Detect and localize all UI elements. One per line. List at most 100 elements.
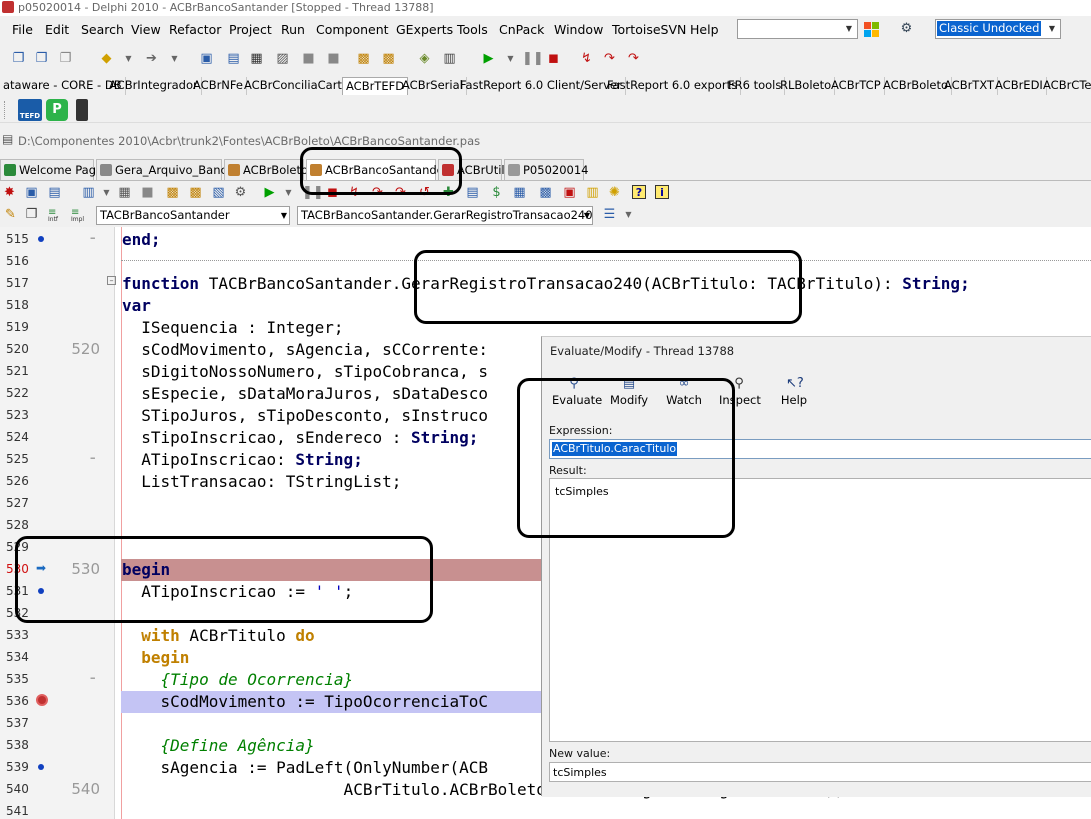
browse-icon[interactable]: ▦ [511,185,528,201]
component-palette-tabs: ataware - CORE - DB ACBrIntegrador ACBrN… [0,75,1091,97]
intf-button[interactable]: ≡ Intf [48,208,66,223]
menu-cnpack[interactable]: CnPack [499,22,544,38]
help-cursor-icon: ↖? [786,376,804,391]
close-file-icon[interactable]: ▨ [274,51,291,67]
menu-gexperts[interactable]: GExperts [396,22,453,38]
toolbar-combo[interactable]: ▼ [737,19,858,39]
palette-tab[interactable]: ACBrEDI [992,77,1047,95]
menu-component[interactable]: Component [316,22,389,38]
menu-tortoisesvn[interactable]: TortoiseSVN [612,22,686,38]
new-unit-icon[interactable]: ▣ [23,185,40,201]
desktop-layout-combo[interactable]: Classic Undocked ▼ [935,19,1061,39]
form-designer-icon[interactable]: ▥ [80,185,97,201]
menu-project[interactable]: Project [229,22,272,38]
dollar-icon[interactable]: $ [488,185,505,201]
close-icon[interactable]: ■ [139,185,156,201]
breakpoints-icon[interactable]: ▣ [561,185,578,201]
menu-search[interactable]: Search [81,22,124,38]
info-icon[interactable]: i [655,185,669,199]
palette-tab[interactable]: ACBrNFe [190,77,247,95]
palette-tab[interactable]: ACBrTCP [828,77,885,95]
new-file-icon[interactable]: ❐ [10,51,27,67]
code-text: end; [122,230,161,249]
palette-tab[interactable]: RLBoleto [777,77,836,95]
help-button[interactable]: ↖? Help [779,376,809,408]
structure-view-icon[interactable]: ☰ [601,207,618,223]
view-unit-icon[interactable]: ■ [300,51,317,67]
back-icon[interactable]: ◆ [98,51,115,67]
fold-collapse-icon[interactable]: – [107,276,116,285]
copy-icon[interactable]: ❐ [23,207,40,223]
save-all-icon[interactable]: ❐ [57,51,74,67]
help-contents-icon[interactable]: ◈ [416,51,433,67]
menu-tools[interactable]: Tools [457,22,488,38]
forward-icon[interactable]: ➔ [143,51,160,67]
open-project-icon[interactable]: ▤ [225,51,242,67]
save-icon[interactable]: ▦ [116,185,133,201]
palette-tab[interactable]: ACBrIntegrador [106,77,202,95]
chevron-down-icon[interactable]: ▼ [280,185,297,201]
help-icon[interactable]: ? [632,185,646,199]
menu-help[interactable]: Help [690,22,719,38]
pause-icon[interactable]: ❚❚ [522,51,544,67]
palette-tab[interactable]: ACBrCTe [1040,77,1091,95]
chevron-down-icon[interactable]: ▼ [620,207,637,223]
chevron-down-icon[interactable]: ▼ [502,51,519,67]
method-combo[interactable]: TACBrBancoSantander.GerarRegistroTransac… [297,206,593,225]
save-icon[interactable]: ▦ [248,51,265,67]
tefd-component-icon[interactable]: TEFD [18,99,42,121]
remove-from-project-icon[interactable]: ▩ [380,51,397,67]
chevron-down-icon[interactable]: ▼ [120,51,137,67]
remove-from-project-icon[interactable]: ▩ [187,185,204,201]
new-value-input[interactable]: tcSimples [549,762,1091,782]
pagseguro-component-icon[interactable]: P [46,99,68,121]
breakpoint-dot-icon[interactable] [38,236,44,242]
menu-edit[interactable]: Edit [45,22,69,38]
tab-acbrboleto[interactable]: ACBrBoleto [224,159,308,180]
step-over-icon[interactable]: ↷ [601,51,618,67]
add-to-project-icon[interactable]: ▩ [355,51,372,67]
code-template-icon[interactable]: ✎ [2,207,19,223]
code-text: sTipoInscricao, sEndereco : String; [122,428,478,448]
trace-into-icon[interactable]: ↯ [578,51,595,67]
breakpoint-check-icon[interactable] [36,694,48,706]
menu-refactor[interactable]: Refactor [169,22,221,38]
settings-icon[interactable]: ⚙ [232,185,249,201]
pos-terminal-component-icon[interactable] [76,99,88,121]
menu-run[interactable]: Run [281,22,305,38]
component-icon[interactable]: ▤ [46,185,63,201]
palette-tab[interactable]: FastReport 6.0 exports [604,77,742,95]
file-path-bar: ▤ D:\Componentes 2010\Acbr\trunk2\Fontes… [0,126,1091,156]
breakpoint-dot-icon[interactable] [38,764,44,770]
tab-welcome-page[interactable]: Welcome Page [0,159,103,180]
run-icon[interactable]: ▶ [480,51,497,67]
new-unit-icon[interactable]: ▣ [198,51,215,67]
menu-view[interactable]: View [131,22,161,38]
toggle-form-unit-icon[interactable]: ▥ [441,51,458,67]
modules-icon[interactable]: ▩ [537,185,554,201]
gear-icon[interactable]: ✺ [606,185,623,201]
stop-icon[interactable]: ◼ [545,51,562,67]
code-text: with ACBrTitulo do [122,626,314,646]
palette-tab[interactable]: FastReport 6.0 Client/Server [457,77,626,95]
open-file-icon[interactable]: ❐ [33,51,50,67]
tab-p05020014[interactable]: P05020014 [504,159,588,180]
tab-gera-arquivo-banco[interactable]: Gera_Arquivo_Banco [96,159,234,180]
add-to-project-icon[interactable]: ▩ [164,185,181,201]
notes-icon[interactable]: ▥ [584,185,601,201]
cnpack-icon[interactable]: ✸ [1,185,18,201]
view-form-icon[interactable]: ■ [325,51,342,67]
palette-tab[interactable]: ACBrTXT [941,77,999,95]
run-to-cursor-icon[interactable]: ↷ [625,51,642,67]
menu-file[interactable]: File [12,22,33,38]
class-combo[interactable]: TACBrBancoSantander ▼ [96,206,290,225]
fold-end-icon: – [90,231,96,244]
menu-window[interactable]: Window [554,22,603,38]
chevron-down-icon[interactable]: ▼ [98,185,115,201]
options-icon[interactable]: ▧ [210,185,227,201]
impl-button[interactable]: ≡ Impl [71,208,89,223]
run-icon[interactable]: ▶ [261,185,278,201]
chevron-down-icon[interactable]: ▼ [166,51,183,67]
desktop-settings-icon[interactable]: ⚙ [898,21,915,37]
code-explorer-icon[interactable]: ▤ [464,185,481,201]
